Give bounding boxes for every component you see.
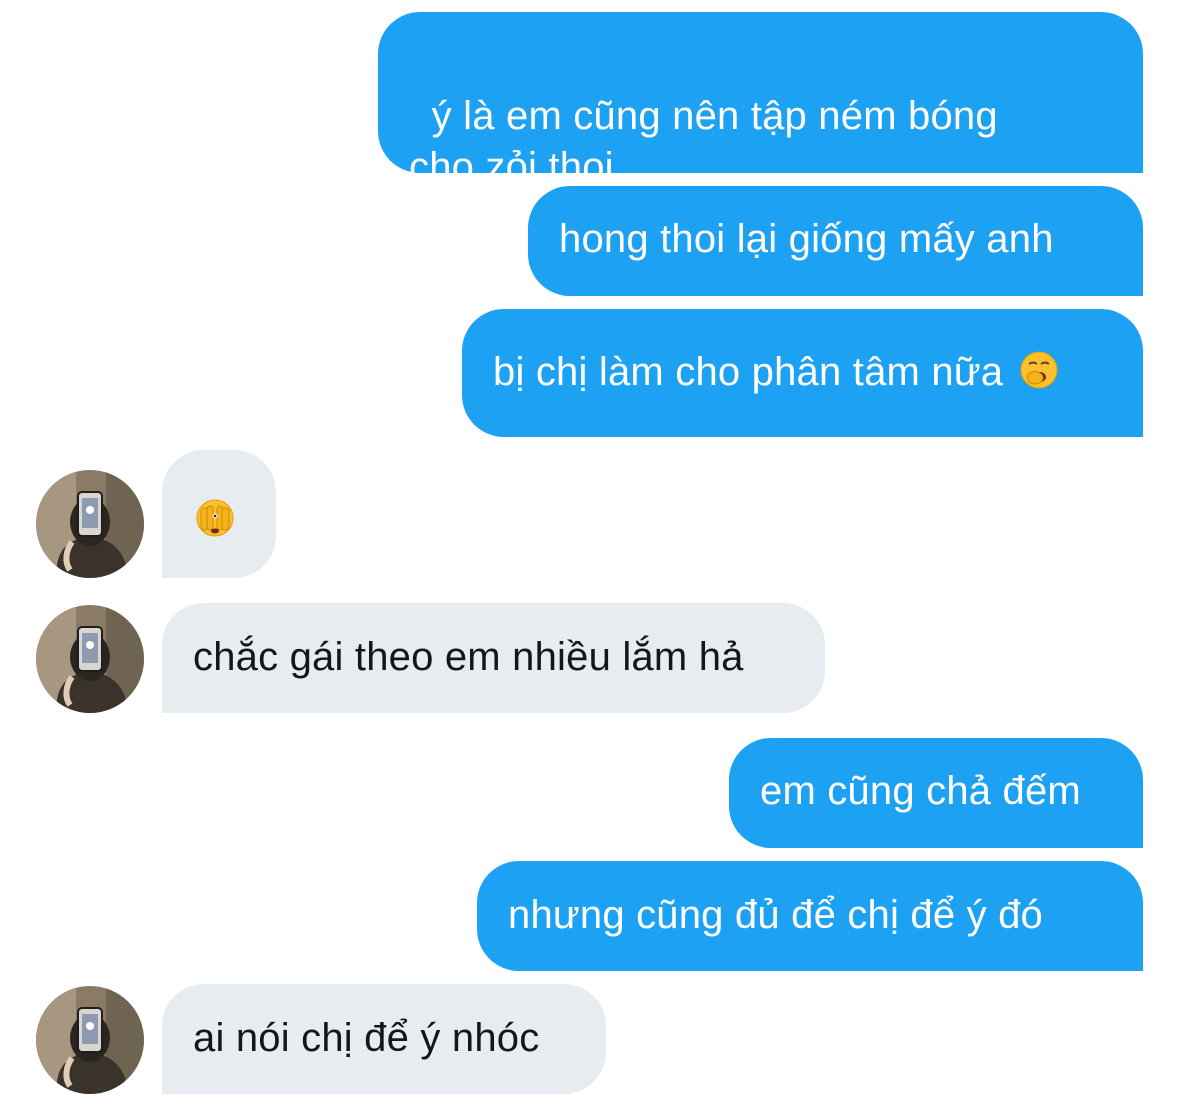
face-with-peeking-eye-emoji-icon	[195, 498, 235, 538]
message-text: ai nói chị để ý nhóc	[193, 1016, 540, 1060]
message-bubble-outgoing[interactable]: hong thoi lại giống mấy anh	[528, 186, 1143, 296]
message-bubble-outgoing[interactable]: ý là em cũng nên tập ném bóng cho zỏi th…	[378, 12, 1143, 189]
avatar[interactable]	[36, 605, 144, 713]
message-text: ý là em cũng nên tập ném bóng cho zỏi th…	[409, 94, 998, 189]
message-bubble-outgoing[interactable]: em cũng chả đếm	[729, 738, 1143, 848]
message-bubble-outgoing[interactable]: nhưng cũng đủ để chị để ý đó	[477, 861, 1143, 971]
message-text: chắc gái theo em nhiều lắm hả	[193, 635, 744, 679]
message-text: hong thoi lại giống mấy anh	[559, 217, 1054, 261]
avatar[interactable]	[36, 470, 144, 578]
message-text: bị chị làm cho phân tâm nữa	[493, 350, 1004, 394]
message-text: nhưng cũng đủ để chị để ý đó	[508, 893, 1043, 937]
message-bubble-outgoing[interactable]: bị chị làm cho phân tâm nữa	[462, 309, 1143, 437]
message-text: em cũng chả đếm	[760, 769, 1081, 813]
yawning-face-emoji-icon	[1019, 350, 1059, 390]
message-bubble-incoming[interactable]: chắc gái theo em nhiều lắm hả	[162, 603, 825, 713]
avatar[interactable]	[36, 986, 144, 1094]
message-bubble-incoming[interactable]: ai nói chị để ý nhóc	[162, 984, 606, 1094]
message-bubble-incoming[interactable]	[162, 450, 276, 578]
